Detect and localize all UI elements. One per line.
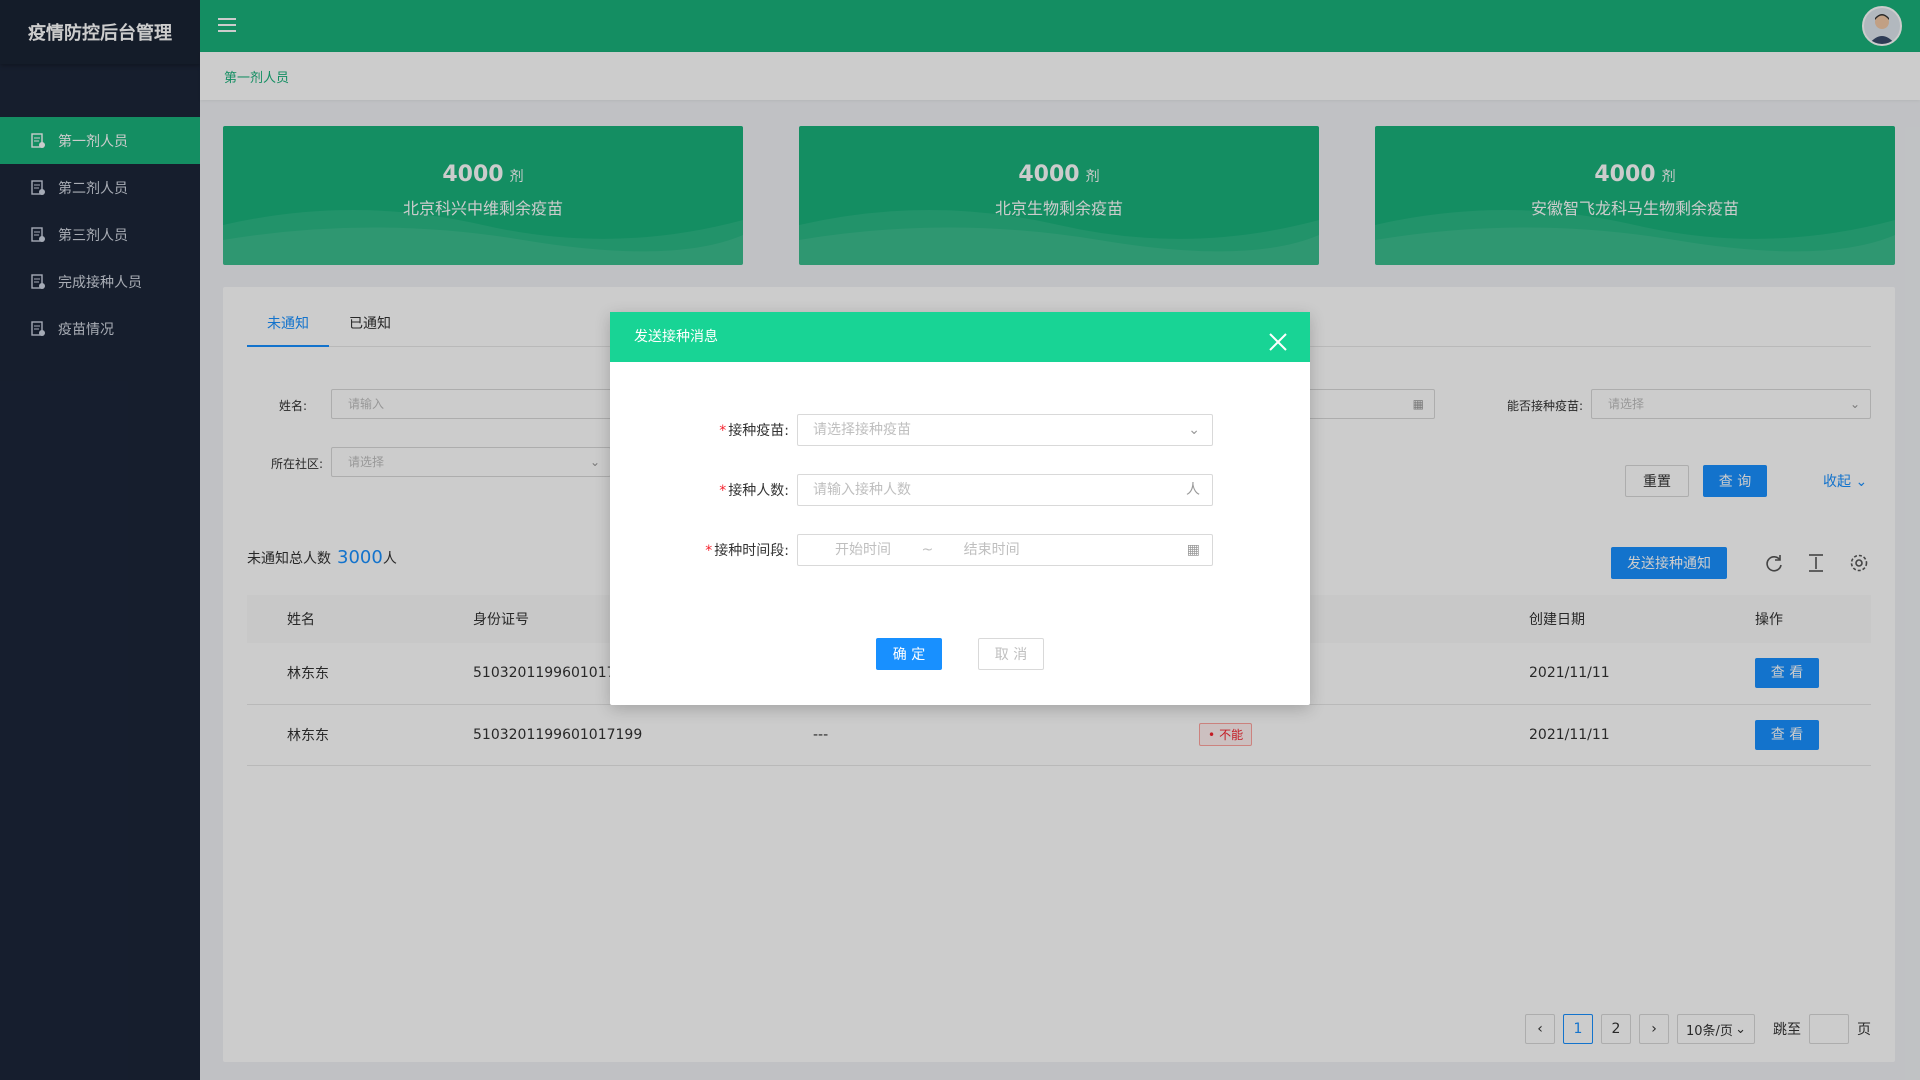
period-field-label: * 接种时间段: [705, 543, 789, 559]
count-suffix: 人 [1186, 482, 1200, 498]
range-separator: ~ [921, 542, 934, 558]
modal-header: 发送接种消息 [610, 312, 1310, 362]
end-time-input[interactable]: 结束时间 [964, 542, 1020, 558]
start-time-input[interactable]: 开始时间 [835, 542, 891, 558]
count-input[interactable]: 请输入接种人数人 [797, 474, 1213, 506]
send-message-modal: 发送接种消息 * 接种疫苗: 请选择接种疫苗 ⌄ * 接种人数: 请输入接种人数人 *… [610, 312, 1310, 705]
cancel-button[interactable]: 取 消 [978, 638, 1044, 670]
calendar-icon: ▦ [1186, 542, 1200, 558]
close-icon[interactable] [1266, 325, 1290, 351]
vaccine-select[interactable]: 请选择接种疫苗 ⌄ [797, 414, 1213, 446]
confirm-button[interactable]: 确 定 [876, 638, 942, 670]
modal-title: 发送接种消息 [634, 329, 718, 345]
period-range-picker[interactable]: 开始时间 ~ 结束时间 ▦ [797, 534, 1213, 566]
count-field-label: * 接种人数: [719, 483, 789, 499]
vaccine-field-label: * 接种疫苗: [719, 423, 789, 439]
chevron-down-icon: ⌄ [1188, 422, 1200, 438]
